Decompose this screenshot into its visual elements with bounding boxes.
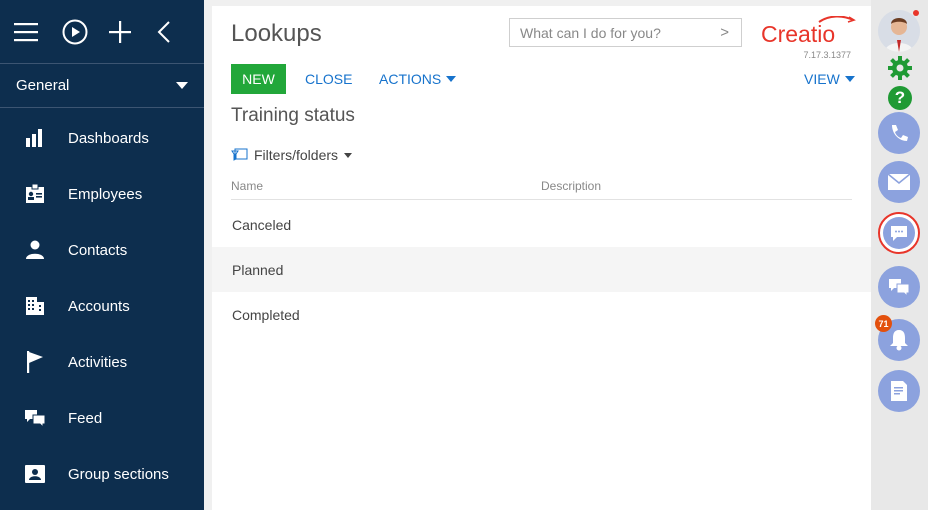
envelope-icon xyxy=(888,174,910,190)
feed-button[interactable] xyxy=(878,266,920,308)
lookup-name: Training status xyxy=(231,105,355,126)
sidebar: General Dashboards Employees Contacts Ac… xyxy=(0,0,204,510)
sidebar-item-contacts[interactable]: Contacts xyxy=(0,222,204,278)
column-header-description[interactable]: Description xyxy=(541,179,601,193)
user-avatar-icon xyxy=(878,10,920,52)
call-button[interactable] xyxy=(878,112,920,154)
filter-folder-icon xyxy=(231,148,248,161)
bell-icon xyxy=(890,330,908,351)
chevron-down-icon xyxy=(344,152,353,158)
sidebar-item-dashboards[interactable]: Dashboards xyxy=(0,110,204,166)
process-log-button[interactable] xyxy=(878,370,920,412)
column-header-name[interactable]: Name xyxy=(231,179,263,193)
chevron-down-icon xyxy=(176,82,188,89)
chat-bubble-icon xyxy=(891,225,907,241)
sidebar-item-label: Activities xyxy=(68,353,128,371)
help-icon[interactable]: ? xyxy=(888,86,912,110)
grid-rows: Canceled Planned Completed xyxy=(212,202,871,337)
close-button[interactable]: CLOSE xyxy=(305,71,352,87)
actions-label: ACTIONS xyxy=(379,71,442,87)
chevron-down-icon xyxy=(844,76,855,82)
sidebar-item-accounts[interactable]: Accounts xyxy=(0,278,204,334)
plus-icon xyxy=(109,20,131,43)
version-label: 7.17.3.1377 xyxy=(803,50,851,60)
sidebar-item-label: Contacts xyxy=(68,241,128,259)
row-name: Completed xyxy=(232,306,300,323)
section-list: Dashboards Employees Contacts Accounts A… xyxy=(0,108,204,502)
add-button[interactable] xyxy=(109,12,157,52)
communication-panel: ? 71 xyxy=(871,0,928,510)
search-placeholder: What can I do for you? xyxy=(520,24,661,41)
online-status-dot xyxy=(913,10,919,16)
table-row[interactable]: Canceled xyxy=(212,202,871,247)
search-input[interactable]: What can I do for you? > xyxy=(509,18,742,47)
row-name: Canceled xyxy=(232,216,292,233)
play-circle-icon xyxy=(62,19,87,44)
sidebar-item-label: Accounts xyxy=(68,297,130,315)
close-label: CLOSE xyxy=(305,71,353,87)
building-icon xyxy=(0,296,68,316)
view-label: VIEW xyxy=(804,71,840,87)
table-row[interactable]: Completed xyxy=(212,292,871,337)
chat-bubbles-icon xyxy=(889,279,910,297)
chat-button-inner xyxy=(883,217,915,249)
main-content: Lookups What can I do for you? > Creatio… xyxy=(212,6,871,510)
filters-folders-button[interactable]: Filters/folders xyxy=(231,147,353,163)
process-button[interactable] xyxy=(62,12,110,52)
workplace-label: General xyxy=(16,77,70,94)
phone-icon xyxy=(892,125,908,141)
sidebar-item-label: Dashboards xyxy=(68,129,149,147)
document-icon xyxy=(891,381,907,401)
notification-count-badge: 71 xyxy=(875,315,892,332)
back-button[interactable] xyxy=(157,12,205,52)
chevron-right-icon[interactable]: > xyxy=(720,24,729,41)
avatar[interactable] xyxy=(878,10,920,52)
sidebar-item-feed[interactable]: Feed xyxy=(0,390,204,446)
flag-icon xyxy=(0,351,68,373)
sidebar-item-group-sections[interactable]: Group sections xyxy=(0,446,204,502)
employee-badge-icon xyxy=(0,184,68,204)
chat-bubbles-icon xyxy=(0,408,68,428)
bar-chart-icon xyxy=(0,128,68,148)
group-card-icon xyxy=(0,465,68,483)
hamburger-icon xyxy=(14,22,38,41)
system-designer-button[interactable] xyxy=(888,56,912,85)
sidebar-item-activities[interactable]: Activities xyxy=(0,334,204,390)
sidebar-item-employees[interactable]: Employees xyxy=(0,166,204,222)
gear-icon xyxy=(888,56,912,80)
sidebar-toolbar xyxy=(0,0,204,64)
table-row[interactable]: Planned xyxy=(212,247,871,292)
email-button[interactable] xyxy=(878,161,920,203)
sidebar-item-label: Group sections xyxy=(68,465,169,483)
page-title: Lookups xyxy=(231,20,322,47)
chat-button[interactable] xyxy=(878,212,920,254)
creatio-logo: Creatio xyxy=(761,16,856,46)
chevron-left-icon xyxy=(157,20,170,43)
menu-button[interactable] xyxy=(14,12,62,52)
new-button[interactable]: NEW xyxy=(231,64,286,94)
sidebar-item-label: Feed xyxy=(68,409,103,427)
workplace-selector[interactable]: General xyxy=(0,64,204,108)
chevron-down-icon xyxy=(446,76,457,82)
view-button[interactable]: VIEW xyxy=(804,71,855,87)
filters-label: Filters/folders xyxy=(254,147,339,163)
grid-header: Name Description xyxy=(231,178,852,200)
sidebar-item-label: Employees xyxy=(68,185,143,203)
row-name: Planned xyxy=(232,261,284,278)
svg-text:Creatio: Creatio xyxy=(761,21,835,46)
actions-button[interactable]: ACTIONS xyxy=(379,71,457,87)
person-icon xyxy=(0,240,68,260)
